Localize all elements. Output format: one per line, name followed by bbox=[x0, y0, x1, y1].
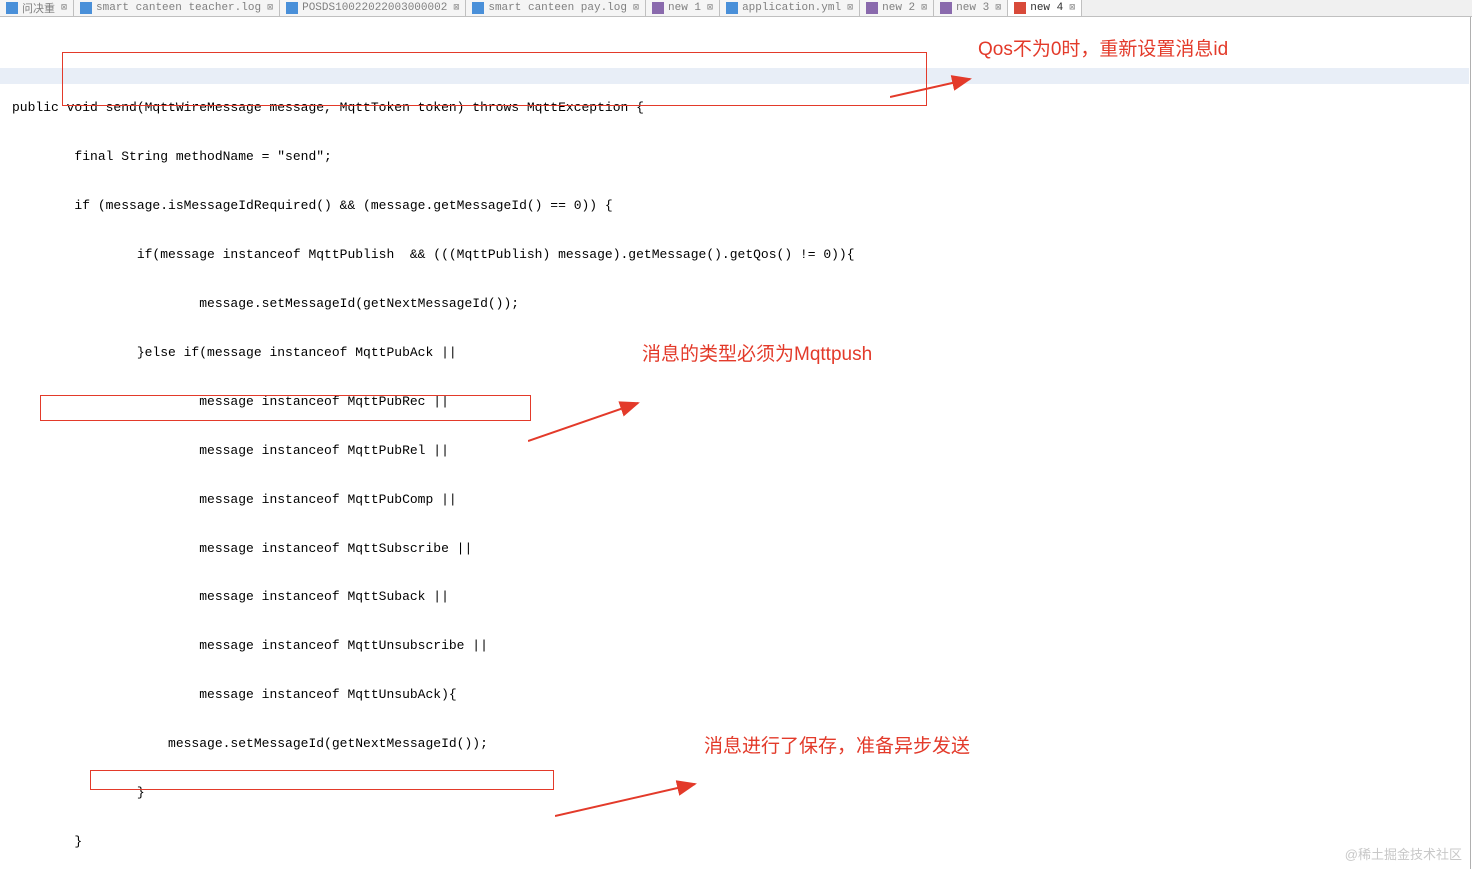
close-icon[interactable]: ⊠ bbox=[453, 2, 459, 14]
tab-0[interactable]: 问决重 ⊠ bbox=[0, 0, 74, 16]
tab-2[interactable]: POSDS10022022003000002 ⊠ bbox=[280, 0, 466, 16]
close-icon[interactable]: ⊠ bbox=[847, 2, 853, 14]
code-line: } bbox=[12, 785, 1470, 801]
tab-label: new 2 bbox=[882, 2, 915, 14]
code-line: public void send(MqttWireMessage message… bbox=[12, 100, 1470, 116]
annotation-3: 消息进行了保存，准备异步发送 bbox=[704, 739, 970, 755]
tab-bar: 问决重 ⊠ smart canteen teacher.log ⊠ POSDS1… bbox=[0, 0, 1472, 17]
tab-label: application.yml bbox=[742, 2, 841, 14]
tab-label: smart canteen pay.log bbox=[488, 2, 627, 14]
code-line: message instanceof MqttUnsubAck){ bbox=[12, 687, 1470, 703]
arrow-icon bbox=[890, 36, 980, 131]
close-icon[interactable]: ⊠ bbox=[921, 2, 927, 14]
code-line: message.setMessageId(getNextMessageId())… bbox=[12, 296, 1470, 312]
tab-label: smart canteen teacher.log bbox=[96, 2, 261, 14]
code-line: message instanceof MqttSubscribe || bbox=[12, 541, 1470, 557]
tab-label: new 3 bbox=[956, 2, 989, 14]
highlight-box-1 bbox=[62, 52, 927, 106]
file-icon bbox=[286, 2, 298, 14]
close-icon[interactable]: ⊠ bbox=[61, 2, 67, 14]
file-icon bbox=[6, 2, 18, 14]
file-icon bbox=[472, 2, 484, 14]
code-line: message instanceof MqttUnsubscribe || bbox=[12, 638, 1470, 654]
code-line: message instanceof MqttPubRel || bbox=[12, 443, 1470, 459]
code-line: if (message.isMessageIdRequired() && (me… bbox=[12, 198, 1470, 214]
tab-7[interactable]: new 3 ⊠ bbox=[934, 0, 1008, 16]
close-icon[interactable]: ⊠ bbox=[995, 2, 1001, 14]
close-icon[interactable]: ⊠ bbox=[707, 2, 713, 14]
tab-label: 问决重 bbox=[22, 0, 55, 16]
file-icon bbox=[1014, 2, 1026, 14]
current-line-highlight bbox=[0, 68, 1469, 84]
file-icon bbox=[80, 2, 92, 14]
tab-label: new 1 bbox=[668, 2, 701, 14]
tab-8[interactable]: new 4 ⊠ bbox=[1008, 0, 1082, 16]
tab-3[interactable]: smart canteen pay.log ⊠ bbox=[466, 0, 646, 16]
tab-4[interactable]: new 1 ⊠ bbox=[646, 0, 720, 16]
tab-1[interactable]: smart canteen teacher.log ⊠ bbox=[74, 0, 280, 16]
annotation-2: 消息的类型必须为Mqttpush bbox=[642, 347, 872, 363]
annotation-1: Qos不为0时，重新设置消息id bbox=[978, 42, 1228, 58]
code-line: message instanceof MqttSuback || bbox=[12, 589, 1470, 605]
close-icon[interactable]: ⊠ bbox=[1069, 2, 1075, 14]
tab-5[interactable]: application.yml ⊠ bbox=[720, 0, 860, 16]
code-line: message instanceof MqttPubRec || bbox=[12, 394, 1470, 410]
file-icon bbox=[866, 2, 878, 14]
code-line: if(message instanceof MqttPublish && (((… bbox=[12, 247, 1470, 263]
tab-label: POSDS10022022003000002 bbox=[302, 2, 447, 14]
code-line: message instanceof MqttPubComp || bbox=[12, 492, 1470, 508]
file-icon bbox=[726, 2, 738, 14]
close-icon[interactable]: ⊠ bbox=[633, 2, 639, 14]
tab-label: new 4 bbox=[1030, 2, 1063, 14]
code-editor[interactable]: public void send(MqttWireMessage message… bbox=[0, 17, 1471, 869]
file-icon bbox=[940, 2, 952, 14]
tab-6[interactable]: new 2 ⊠ bbox=[860, 0, 934, 16]
close-icon[interactable]: ⊠ bbox=[267, 2, 273, 14]
code-line: } bbox=[12, 834, 1470, 850]
code-line: final String methodName = "send"; bbox=[12, 149, 1470, 165]
file-icon bbox=[652, 2, 664, 14]
watermark: @稀土掘金技术社区 bbox=[1345, 847, 1462, 863]
